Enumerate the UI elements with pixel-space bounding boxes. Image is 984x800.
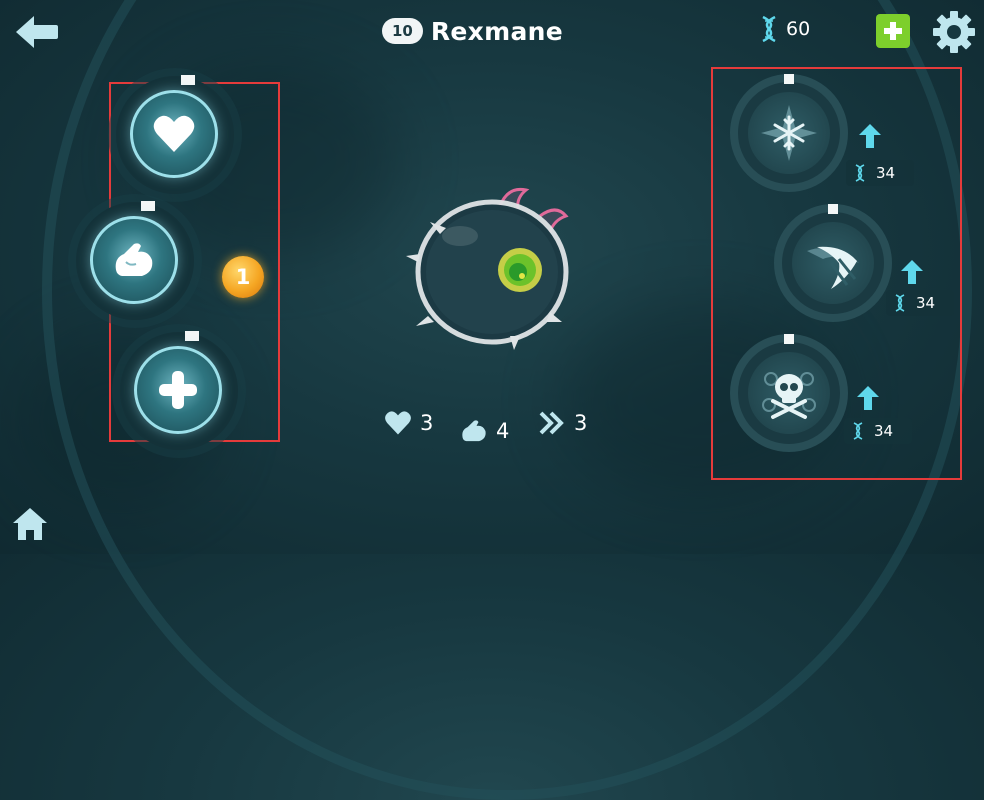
strength-value: 4 [496, 419, 510, 443]
gear-icon [933, 11, 975, 53]
heart-icon [385, 411, 411, 435]
creature-preview [400, 176, 590, 362]
heart-icon [153, 115, 195, 152]
dna-icon [895, 294, 905, 312]
plus-icon [159, 371, 197, 409]
home-button[interactable] [10, 504, 50, 544]
level-badge: 10 [382, 18, 423, 44]
back-arrow-icon [16, 16, 58, 48]
poison-upgrade-arrow-icon[interactable] [856, 384, 880, 412]
speed-value: 3 [574, 411, 588, 435]
dna-count: 60 [786, 18, 811, 40]
snowflake-icon [761, 105, 817, 161]
cost-value: 34 [916, 294, 936, 312]
poison-ability-button[interactable] [730, 334, 848, 452]
dna-counter: 60 [760, 16, 810, 42]
cost-value: 34 [874, 422, 894, 440]
frost-upgrade-cost[interactable]: 34 [846, 160, 914, 186]
speed-upgrade-button[interactable] [120, 332, 238, 450]
frost-upgrade-arrow-icon[interactable] [858, 122, 882, 150]
health-upgrade-button[interactable] [116, 76, 234, 194]
strength-stat: 4 [460, 418, 509, 444]
add-dna-button[interactable] [876, 14, 910, 48]
claw-upgrade-cost[interactable]: 34 [886, 290, 954, 316]
cost-value: 34 [876, 164, 896, 182]
speed-stat: 3 [538, 410, 587, 436]
creature-title: 10 Rexmane [382, 14, 563, 48]
flexed-arm-icon [115, 243, 153, 276]
back-button[interactable] [14, 14, 60, 50]
dna-icon [762, 16, 776, 42]
claw-upgrade-arrow-icon[interactable] [900, 258, 924, 286]
creature-name: Rexmane [430, 16, 563, 46]
double-chevron-icon [539, 411, 564, 435]
strength-upgrade-button[interactable] [76, 202, 194, 320]
flexed-arm-icon [462, 420, 486, 442]
skull-crossbones-icon [762, 372, 816, 419]
poison-upgrade-cost[interactable]: 34 [844, 418, 912, 444]
dna-icon [853, 422, 863, 440]
plus-icon [884, 22, 902, 40]
frost-ability-button[interactable] [730, 74, 848, 192]
health-value: 3 [420, 411, 434, 435]
claw-slash-icon [807, 246, 859, 289]
home-icon [13, 508, 47, 540]
settings-button[interactable] [930, 8, 978, 56]
creature-sprite [406, 187, 569, 350]
upgrade-points-badge: 1 [222, 256, 264, 298]
health-stat: 3 [384, 410, 433, 436]
dna-icon [855, 164, 865, 182]
claw-ability-button[interactable] [774, 204, 892, 322]
